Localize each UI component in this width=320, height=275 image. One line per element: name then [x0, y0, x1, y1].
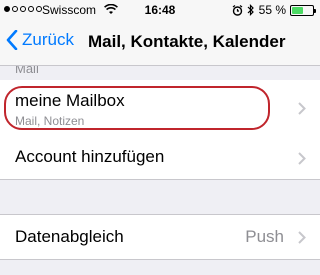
account-subtitle: Mail, Notizen: [15, 114, 85, 128]
battery-percentage: 55 %: [258, 3, 286, 17]
add-account-row[interactable]: Account hinzufügen: [0, 137, 320, 179]
bluetooth-icon: [247, 4, 254, 16]
chevron-right-icon: [298, 231, 306, 244]
sync-row[interactable]: Datenabgleich Push: [0, 215, 320, 259]
battery-level: [292, 6, 303, 14]
page-title: Mail, Kontakte, Kalender: [88, 32, 286, 51]
accounts-group: meine Mailbox Mail, Notizen Account hinz…: [0, 80, 320, 179]
system-icons: 55 %: [232, 3, 316, 17]
back-button-label: Zurück: [22, 30, 74, 49]
status-bar: Swisscom 16:48 55 %: [0, 0, 320, 20]
chevron-left-icon: [6, 30, 18, 50]
battery-icon: [290, 4, 316, 16]
group-bottom-border: [0, 259, 320, 260]
account-title: meine Mailbox: [15, 91, 125, 110]
chevron-right-icon: [298, 102, 306, 115]
navigation-bar: Zurück Mail, Kontakte, Kalender: [0, 20, 320, 66]
sync-group: Datenabgleich Push: [0, 215, 320, 259]
chevron-right-icon: [298, 152, 306, 165]
sync-value: Push: [245, 227, 284, 246]
account-row-meine-mailbox[interactable]: meine Mailbox Mail, Notizen: [0, 80, 320, 137]
add-account-label: Account hinzufügen: [15, 147, 165, 166]
section-label-mail: Mail: [15, 66, 39, 76]
alarm-icon: [232, 4, 243, 16]
sync-label: Datenabgleich: [15, 227, 124, 246]
group-bottom-border: [0, 179, 320, 180]
back-button[interactable]: Zurück: [6, 30, 74, 50]
